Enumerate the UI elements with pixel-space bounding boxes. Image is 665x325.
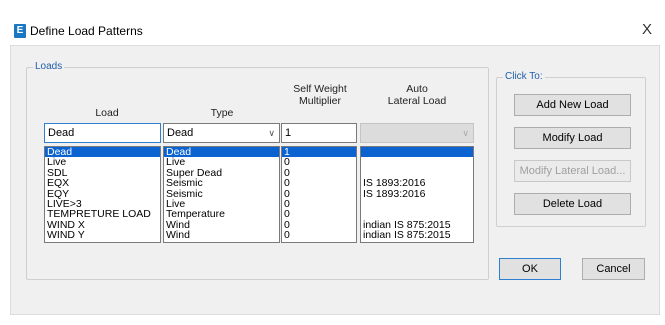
loads-group-legend: Loads: [33, 61, 65, 73]
loads-group: Loads Load Type Self Weight Multiplier A…: [26, 61, 489, 280]
list-item[interactable]: 0: [282, 209, 356, 220]
multiplier-header-line1: Self Weight: [293, 83, 347, 95]
list-item[interactable]: 0: [282, 157, 356, 168]
list-item[interactable]: 0: [282, 219, 356, 230]
list-item[interactable]: [361, 199, 473, 209]
list-item[interactable]: 0: [282, 178, 356, 189]
lateral-header-line2: Lateral Load: [387, 95, 447, 107]
lateral-column-header: Auto Lateral Load: [360, 83, 474, 107]
list-item[interactable]: IS 1893:2016: [361, 188, 473, 199]
ok-button[interactable]: OK: [499, 258, 561, 280]
etabs-app-icon: E: [14, 24, 26, 38]
load-name-input[interactable]: Dead: [44, 123, 161, 143]
list-item[interactable]: indian IS 875:2015: [361, 230, 473, 241]
list-item[interactable]: Seismic: [164, 178, 279, 189]
lateral-header-line1: Auto: [406, 83, 428, 95]
self-weight-multiplier-input[interactable]: 1: [281, 123, 357, 143]
chevron-down-icon: ∨: [462, 128, 469, 138]
list-item[interactable]: WIND Y: [45, 230, 160, 241]
add-new-load-button[interactable]: Add New Load: [514, 94, 631, 116]
load-name-list[interactable]: Dead Live SDL EQX EQY LIVE>3 TEMPRETURE …: [44, 146, 161, 243]
auto-lateral-load-list[interactable]: IS 1893:2016 IS 1893:2016 indian IS 875:…: [360, 146, 474, 243]
modify-load-button[interactable]: Modify Load: [514, 127, 631, 149]
list-item[interactable]: 0: [282, 167, 356, 178]
list-item[interactable]: [361, 147, 473, 158]
click-to-group: Click To: Add New Load Modify Load Modif…: [496, 71, 646, 227]
delete-load-button[interactable]: Delete Load: [514, 193, 631, 215]
list-item[interactable]: EQX: [45, 178, 160, 189]
chevron-down-icon: ∨: [268, 128, 275, 138]
list-item[interactable]: 0: [282, 198, 356, 209]
load-type-list[interactable]: Dead Live Super Dead Seismic Seismic Liv…: [163, 146, 280, 243]
modify-lateral-load-button[interactable]: Modify Lateral Load...: [514, 160, 631, 182]
auto-lateral-load-dropdown[interactable]: ∨: [360, 123, 474, 143]
window-title: Define Load Patterns: [30, 24, 143, 38]
list-item[interactable]: IS 1893:2016: [361, 178, 473, 189]
load-column-header: Load: [95, 107, 119, 119]
cancel-button[interactable]: Cancel: [582, 258, 645, 280]
multiplier-column-header: Self Weight Multiplier: [280, 83, 360, 107]
load-type-dropdown[interactable]: Dead ∨: [163, 123, 280, 143]
click-to-group-legend: Click To:: [503, 71, 545, 83]
load-type-value: Dead: [167, 127, 194, 139]
list-item[interactable]: 0: [282, 188, 356, 199]
title-bar: E Define Load Patterns X: [0, 0, 665, 42]
list-item[interactable]: 0: [282, 230, 356, 241]
multiplier-list[interactable]: 1 0 0 0 0 0 0 0 0: [281, 146, 357, 243]
list-item[interactable]: [361, 157, 473, 167]
type-column-header: Type: [210, 107, 234, 119]
multiplier-header-line2: Multiplier: [298, 95, 341, 107]
close-button[interactable]: X: [637, 20, 657, 40]
list-item[interactable]: Wind: [164, 230, 279, 241]
dialog-body: Loads Load Type Self Weight Multiplier A…: [10, 45, 660, 315]
list-item[interactable]: 1: [282, 147, 356, 157]
